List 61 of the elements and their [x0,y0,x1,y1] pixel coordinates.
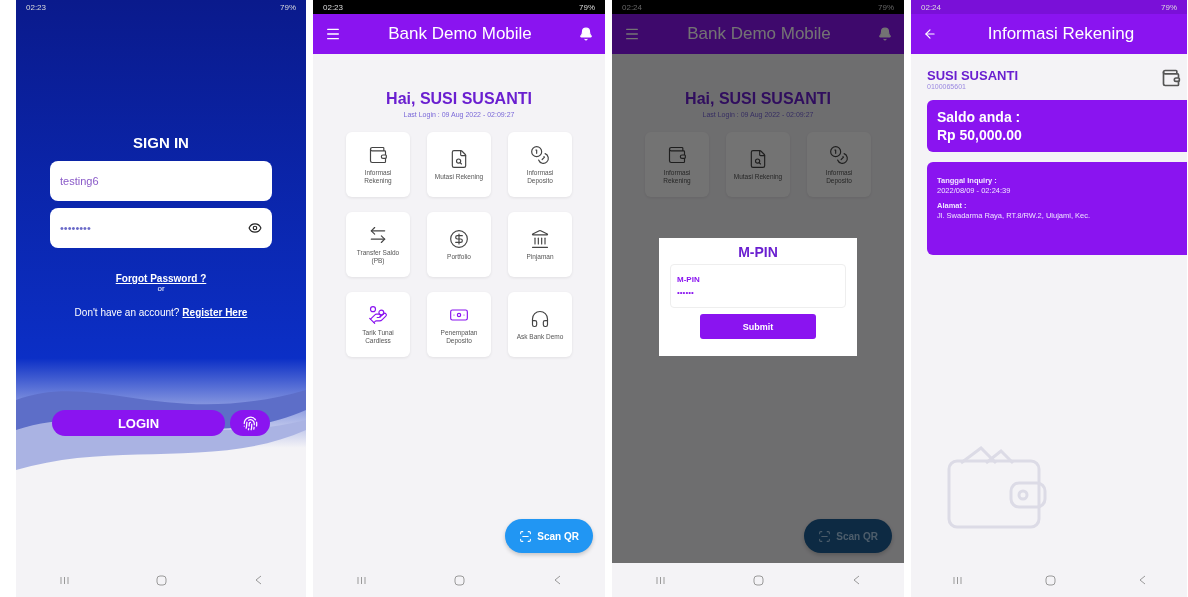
battery-level: 79% [878,2,894,12]
submit-button[interactable]: Submit [700,314,816,339]
account-holder-name: SUSI SUSANTI [927,68,1018,83]
fingerprint-icon [242,415,258,431]
menu-item-icon [449,148,469,169]
recent-apps-icon[interactable] [357,575,367,585]
username-field[interactable]: testing6 [50,161,272,201]
recent-apps-icon[interactable] [952,575,962,585]
dialog-title: M-PIN [738,244,778,260]
app-title: Bank Demo Mobile [387,24,533,44]
menu-item-icon [368,304,388,325]
menu-item-icon [530,144,550,165]
back-icon[interactable] [852,575,860,585]
greeting: Hai, SUSI SUSANTI [685,90,831,108]
menu-item-icon [530,228,550,249]
menu-item-icon [530,308,550,329]
register-link[interactable]: Register Here [182,307,248,318]
eye-icon[interactable] [248,221,262,235]
scan-icon [818,529,832,543]
status-time: 02:23 [26,2,47,12]
back-icon[interactable] [553,575,561,585]
home-icon[interactable] [156,574,168,586]
or-text: or [157,284,165,293]
home-icon[interactable] [454,574,466,586]
menu-item-icon [449,228,469,249]
recent-apps-icon[interactable] [656,575,666,585]
greeting: Hai, SUSI SUSANTI [386,90,532,108]
balance-amount: Rp 50,000.00 [937,126,1023,145]
bell-icon[interactable] [579,27,593,41]
sign-in-title: SIGN IN [133,134,189,151]
battery-level: 79% [280,2,296,12]
login-button[interactable]: LOGIN [52,410,225,436]
wallet-icon [1161,68,1181,88]
menu-item-icon [667,144,687,165]
register-prompt: Don't have an account? [74,307,180,318]
fingerprint-button[interactable] [230,410,270,436]
app-title: Bank Demo Mobile [686,24,832,44]
menu-icon[interactable] [325,26,341,42]
back-icon[interactable] [1138,575,1146,585]
menu-item-icon [368,224,388,245]
app-title: Informasi Rekening [986,24,1136,44]
battery-level: 79% [579,2,595,12]
home-icon[interactable] [753,574,765,586]
mpin-field[interactable]: M-PIN •••••• [670,264,846,308]
status-time: 02:24 [921,2,942,12]
bell-icon[interactable] [878,27,892,41]
menu-item-icon [748,148,768,169]
scan-icon [519,529,533,543]
status-time: 02:23 [323,2,344,12]
battery-level: 79% [1161,2,1177,12]
status-time: 02:24 [622,2,643,12]
password-field[interactable]: •••••••• [50,208,272,248]
recent-apps-icon[interactable] [59,575,69,585]
balance-label: Saldo anda : [937,108,1022,127]
back-icon[interactable] [255,575,263,585]
forgot-password-link[interactable]: Forgot Password ? [115,273,207,284]
menu-item-icon [368,144,388,165]
home-icon[interactable] [1044,574,1056,586]
menu-item-icon [829,144,849,165]
back-arrow-icon[interactable] [923,27,937,41]
menu-icon[interactable] [624,26,640,42]
